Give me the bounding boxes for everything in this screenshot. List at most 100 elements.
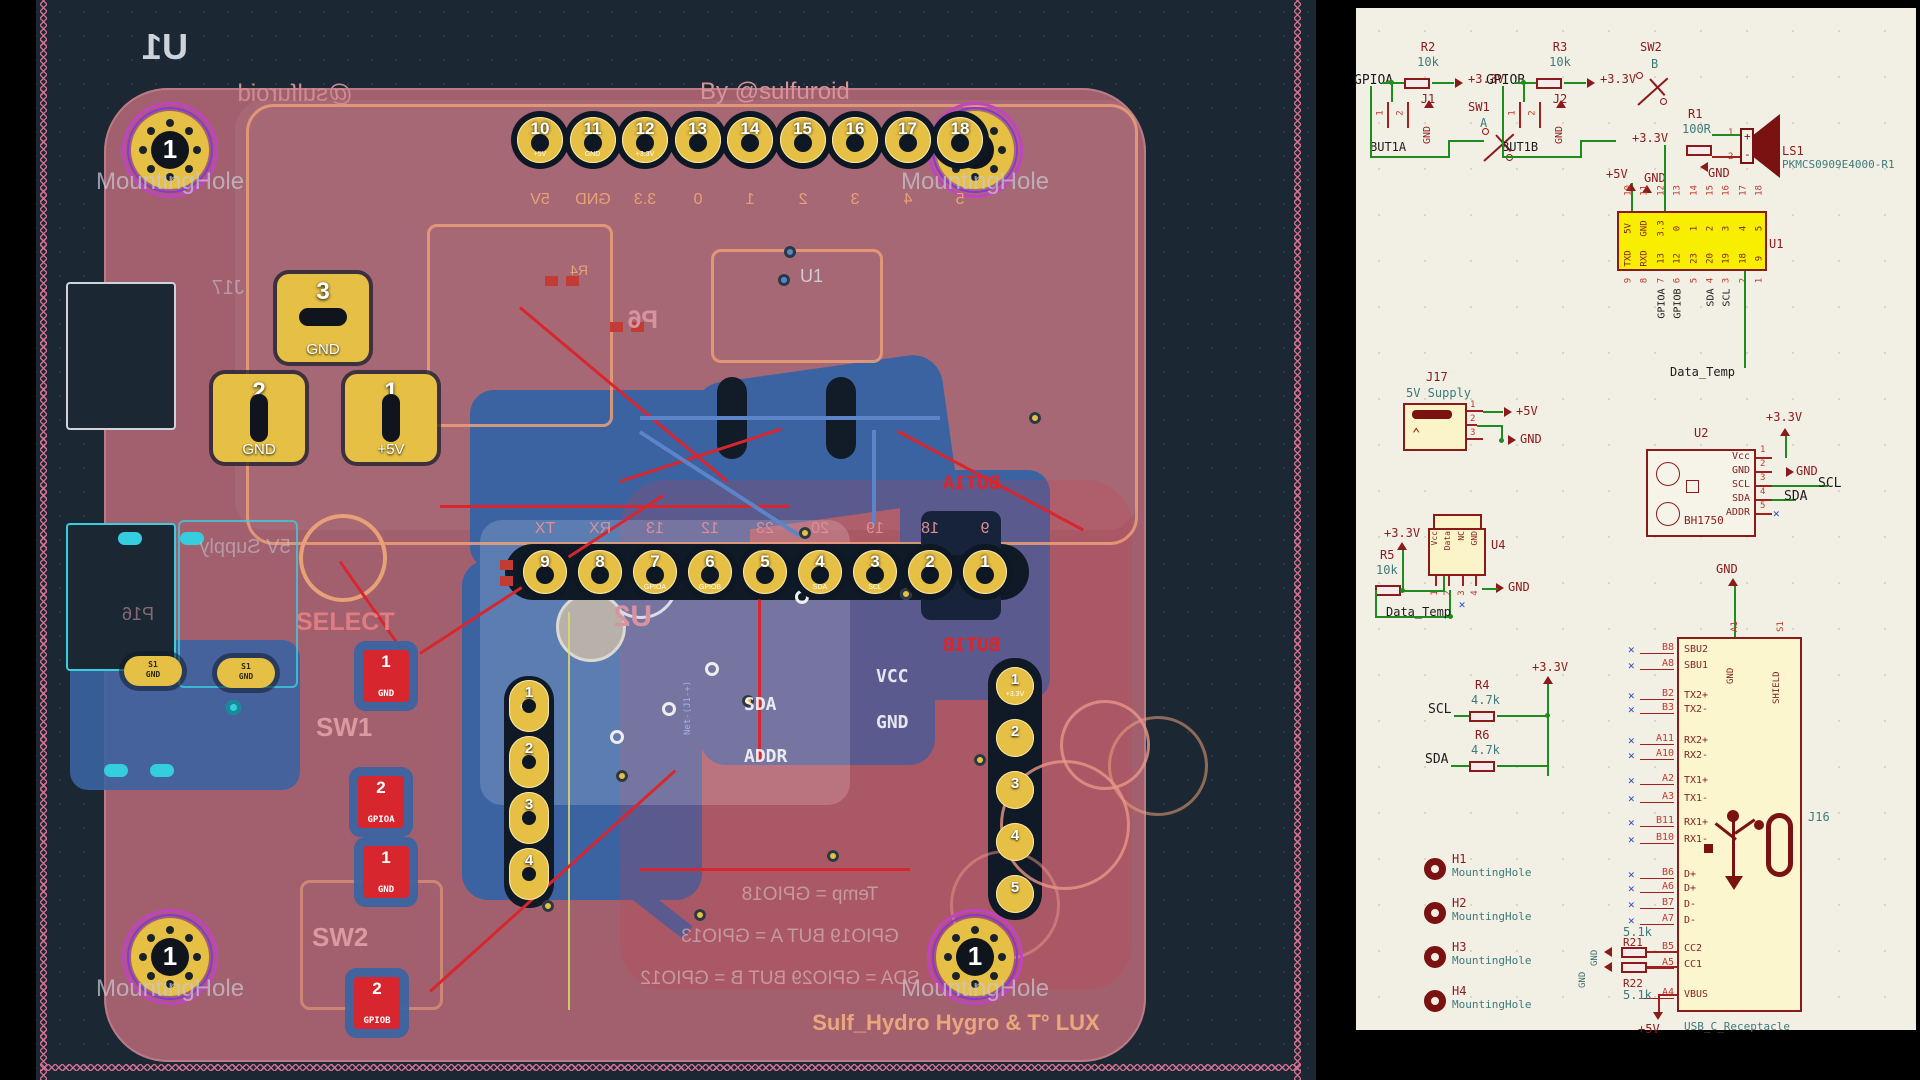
via[interactable] [616, 770, 628, 782]
usb-pin-row[interactable]: ✕ A8 SBU1 [1598, 658, 1677, 672]
j16-ref[interactable]: J16 [1808, 810, 1830, 824]
pcb-pad-top-header[interactable]: 18 5 [937, 117, 983, 163]
u1-bottom-pin[interactable]: TXD 9 [1622, 253, 1636, 333]
power-rail-label[interactable]: +3.3V [1632, 131, 1668, 145]
data-temp-label[interactable]: Data_Temp [1386, 605, 1451, 619]
pcb-pad-mid-header[interactable]: 3 SCL 19 [853, 550, 897, 594]
via[interactable] [827, 850, 839, 862]
oval-pad[interactable]: 1 GND [509, 680, 549, 732]
r22-value[interactable]: 5.1k [1623, 988, 1652, 1002]
resistor-symbol[interactable] [1404, 78, 1430, 89]
u4-temp-sensor[interactable]: U4 Vcc 1 Data 2 NC [1420, 480, 1600, 640]
r1-ref[interactable]: R1 [1688, 107, 1702, 121]
resistor-symbol[interactable] [1469, 761, 1495, 772]
breakout-pad[interactable]: 4 [996, 823, 1034, 861]
breakout-pad[interactable]: 2 [996, 719, 1034, 757]
switch-ref[interactable]: SW1 [1468, 100, 1490, 114]
u1-bottom-pin[interactable]: 19 3 SCL [1720, 253, 1734, 333]
gnd-label[interactable]: GND [1716, 562, 1738, 576]
usb-pin-row[interactable]: ✕ B7 D- [1598, 897, 1677, 911]
supply-pad[interactable]: 1 +5V [345, 374, 437, 462]
r6-ref[interactable]: R6 [1475, 728, 1489, 742]
u1-bottom-pin[interactable]: RXD 8 [1638, 253, 1652, 333]
switch-symbol[interactable] [1634, 70, 1678, 114]
oval-pad[interactable]: 2 [509, 736, 549, 788]
u1-bottom-pin[interactable]: 12 6 GPIOB [1671, 253, 1685, 333]
supply-pad[interactable]: 2 GND [213, 374, 305, 462]
resistor-symbol[interactable] [1621, 962, 1647, 973]
u2-ref[interactable]: U2 [1694, 426, 1708, 440]
pcb-pad-mid-header[interactable]: 1 9 [963, 550, 1007, 594]
mounting-hole-symbol[interactable]: H1 MountingHole [1424, 848, 1584, 888]
via[interactable] [542, 900, 554, 912]
pcb-pad-top-header[interactable]: 10 +5V 5V [517, 117, 563, 163]
resistor-symbol[interactable] [1469, 711, 1495, 722]
pcb-pad-top-header[interactable]: 13 0 [675, 117, 721, 163]
sda-net-label[interactable]: SDA [1784, 489, 1807, 504]
usb-pin-row[interactable]: ✕ B2 TX2+ [1598, 688, 1677, 702]
via-blue[interactable] [778, 274, 790, 286]
power-rail-label[interactable]: +3.3V [1384, 526, 1420, 540]
u4-ref[interactable]: U4 [1491, 538, 1505, 552]
power-rail-label[interactable]: +5V [1516, 404, 1538, 418]
resistor-ref[interactable]: R2 [1406, 40, 1450, 54]
u1-ref[interactable]: U1 [1769, 237, 1783, 251]
resistor-symbol[interactable] [1686, 145, 1712, 156]
power-rail-label[interactable]: +3.3V [1532, 660, 1568, 674]
u1-bottom-pin[interactable]: 20 4 SDA [1704, 253, 1718, 333]
usb-smd-pad[interactable] [118, 532, 142, 545]
gnd-label[interactable]: GND [1508, 580, 1530, 594]
usb-smd-pad[interactable] [150, 764, 174, 777]
shield-pad[interactable]: S1 GND [124, 656, 182, 686]
pcb-pad-top-header[interactable]: 12 +3.3V 3.3 [622, 117, 668, 163]
power-rail-label[interactable]: +5V [1638, 1022, 1660, 1036]
resistor-symbol[interactable] [1536, 78, 1562, 89]
usb-pin-row[interactable]: ✕ B10 RX1- [1598, 832, 1677, 846]
pcb-pad-mid-header[interactable]: 2 18 [908, 550, 952, 594]
u1-bottom-pin[interactable]: 13 7 GPIOA [1655, 253, 1669, 333]
smd-pad[interactable] [500, 560, 513, 570]
usb-pin-row[interactable]: ✕ A3 TX1- [1598, 791, 1677, 805]
scl-net-label[interactable]: SCL [1428, 702, 1451, 717]
via[interactable] [694, 909, 706, 921]
smd-pad[interactable] [500, 576, 513, 586]
u2-bh1750-sensor[interactable]: U2 BH1750 Vcc GND SCL SDA ADDR 1 2 3 4 5… [1640, 440, 1920, 560]
pcb-pad-mid-header[interactable]: 6 GPIOB 12 [688, 550, 732, 594]
r6-value[interactable]: 4.7k [1471, 743, 1500, 757]
mounting-hole-symbol[interactable]: H4 MountingHole [1424, 980, 1584, 1020]
ls1-ref[interactable]: LS1 [1782, 144, 1804, 158]
gpio-net-label[interactable]: GPIOB [1486, 73, 1525, 88]
u4-pin[interactable]: NC 3 ✕ [1457, 530, 1469, 610]
pcb-mounting-hole[interactable]: 1 MountingHole [122, 102, 218, 198]
usb-pin-row[interactable]: ✕ B11 RX1+ [1598, 815, 1677, 829]
resistor-value[interactable]: 10k [1536, 55, 1584, 69]
scl-net-label[interactable]: SCL [1818, 476, 1841, 491]
button-net-label[interactable]: BUT1B [1502, 140, 1538, 154]
pcb-pad-top-header[interactable]: 11 GND GND [570, 117, 616, 163]
resistor-value[interactable]: 10k [1404, 55, 1452, 69]
usb-pin-row[interactable]: ✕ A11 RX2+ [1598, 733, 1677, 747]
pcb-pad-top-header[interactable]: 15 2 [780, 117, 826, 163]
gnd-label[interactable]: GND [1520, 432, 1542, 446]
u4-pin[interactable]: Vcc 1 [1430, 530, 1442, 610]
power-rail-label[interactable]: +3.3V [1766, 410, 1802, 424]
j17-supply-connector[interactable]: J17 5V Supply ⌃ 1 2 3 +5V GND [1400, 370, 1580, 480]
usb-pin-row[interactable]: ✕ A6 D+ [1598, 881, 1677, 895]
via-white[interactable] [705, 662, 719, 676]
supply-pad[interactable]: 3 GND [277, 274, 369, 362]
u1-header-symbol[interactable]: +3.3V +5V GND U1 10 5V 11 GND 12 [1614, 195, 1814, 355]
resistor-symbol[interactable] [1375, 585, 1401, 596]
u1-bottom-pin[interactable]: 9 1 [1753, 253, 1767, 333]
pcb-pad-mid-header[interactable]: 5 23 [743, 550, 787, 594]
sda-net-label[interactable]: SDA [1425, 752, 1448, 767]
usb-pin-row[interactable]: ✕ A2 TX1+ [1598, 773, 1677, 787]
oval-pad[interactable]: 4 [509, 848, 549, 900]
data-temp-label[interactable]: Data_Temp [1670, 365, 1735, 379]
gnd-label[interactable]: GND [1796, 464, 1818, 478]
resistor-ref[interactable]: R3 [1538, 40, 1582, 54]
power-rail-label[interactable]: +3.3V [1600, 72, 1636, 86]
pcb-pad-top-header[interactable]: 14 1 [727, 117, 773, 163]
usb-pin-row[interactable]: ✕ A10 RX2- [1598, 748, 1677, 762]
pcb-pad-mid-header[interactable]: 7 GPIOA 13 [633, 550, 677, 594]
pcb-pad-top-header[interactable]: 16 3 [832, 117, 878, 163]
